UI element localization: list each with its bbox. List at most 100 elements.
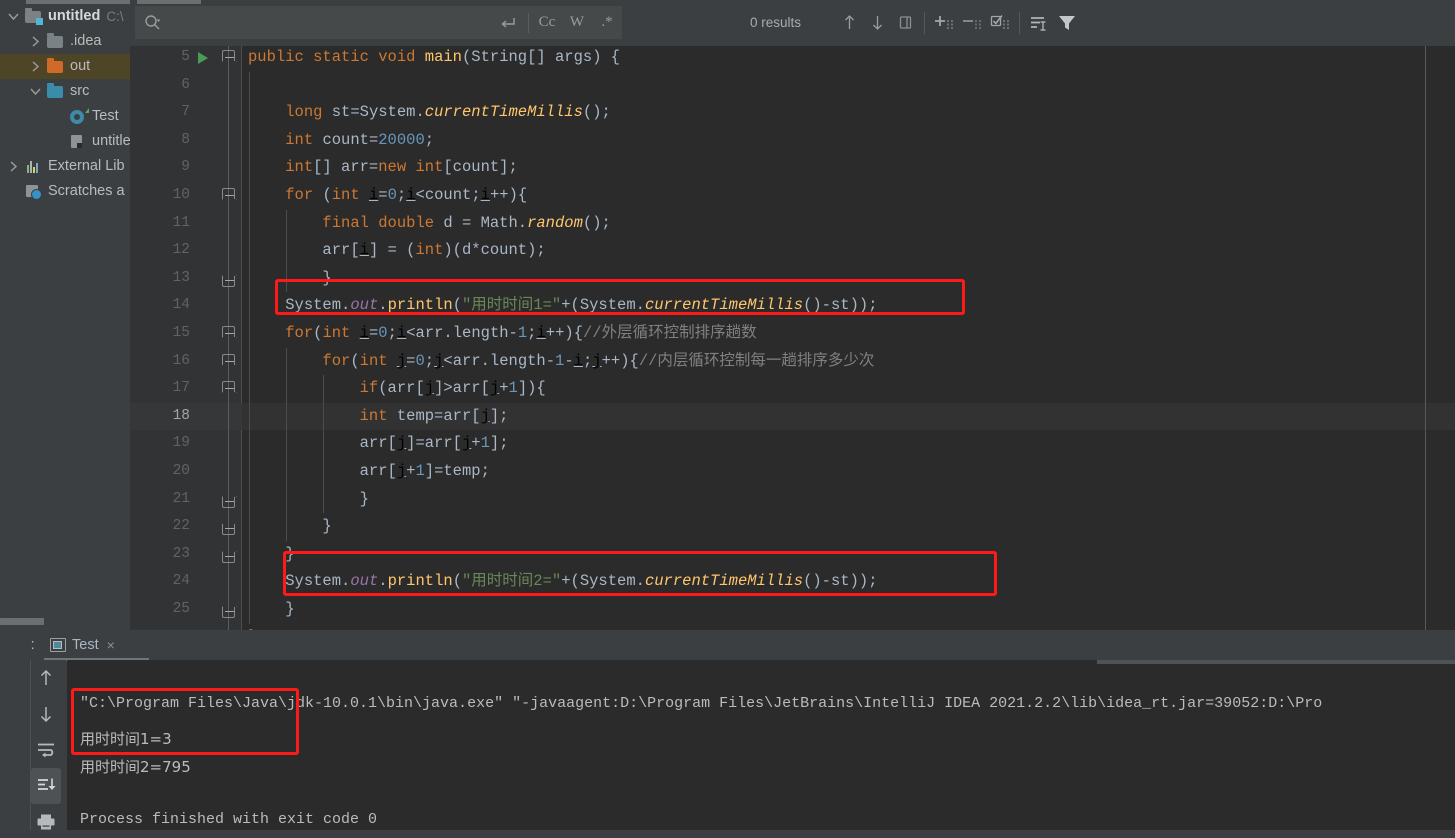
scroll-down-icon[interactable] [31, 696, 61, 732]
code-text[interactable]: arr[j+1]=temp; [248, 458, 490, 486]
select-all-occurrences-icon[interactable] [986, 9, 1014, 37]
code-text[interactable]: } [248, 265, 331, 293]
code-text[interactable]: arr[j]=arr[j+1]; [248, 430, 509, 458]
editor-line-17[interactable]: 17 if(arr[j]>arr[j+1]){ [130, 375, 1455, 403]
fold-collapse-icon[interactable] [222, 381, 235, 393]
editor-line-20[interactable]: 20 arr[j+1]=temp; [130, 458, 1455, 486]
fold-collapse-icon[interactable] [222, 188, 235, 199]
add-occurrence-icon[interactable] [930, 9, 958, 37]
match-case-toggle[interactable]: Cc [532, 6, 562, 39]
code-text[interactable]: final double d = Math.random(); [248, 210, 610, 238]
code-text[interactable]: } [248, 486, 369, 514]
editor-line-8[interactable]: 8 int count=20000; [130, 126, 1455, 155]
filter-icon[interactable] [1053, 9, 1081, 37]
code-text[interactable]: long st=System.currentTimeMillis(); [248, 99, 611, 127]
code-token: ()-st)); [803, 296, 878, 315]
editor-line-21[interactable]: 21 } [130, 485, 1455, 514]
editor-line-14[interactable]: 14 System.out.println("用时时间1="+(System.c… [130, 292, 1455, 320]
code-text[interactable]: int temp=arr[j]; [248, 403, 509, 431]
editor-line-9[interactable]: 9 int[] arr=new int[count]; [130, 154, 1455, 182]
remove-occurrence-icon[interactable] [958, 9, 986, 37]
code-text[interactable]: } [248, 596, 294, 624]
run-gutter-icon[interactable] [198, 52, 208, 64]
previous-occurrence-icon[interactable] [835, 9, 863, 37]
code-text[interactable]: } [248, 541, 294, 569]
fold-collapse-icon[interactable] [222, 524, 235, 536]
find-field-container[interactable]: Cc W .* [135, 6, 622, 39]
code-text[interactable]: for(int i=0;i<arr.length-1;i++){//外层循环控制… [248, 320, 756, 348]
editor-line-11[interactable]: 11 final double d = Math.random(); [130, 209, 1455, 238]
search-input[interactable] [169, 14, 491, 31]
fold-collapse-icon[interactable] [222, 326, 235, 337]
editor-line-18[interactable]: 18 int temp=arr[j]; [130, 402, 1455, 431]
fold-collapse-icon[interactable] [222, 496, 235, 508]
code-text[interactable]: for (int i=0;i<count;i++){ [248, 182, 527, 210]
project-tree[interactable]: untitled C:\ .idea out srcTest untitled. Exter… [0, 4, 130, 204]
editor-scrollbar-top[interactable] [137, 0, 201, 4]
editor-line-16[interactable]: 16 for(int j=0;j<arr.length-1-i;j++){//内… [130, 347, 1455, 376]
line-number: 9 [181, 159, 190, 176]
close-icon[interactable]: × [107, 637, 115, 653]
open-in-find-window-icon[interactable] [891, 9, 919, 37]
editor-line-13[interactable]: 13 } [130, 264, 1455, 293]
console-output[interactable]: "C:\Program Files\Java\jdk-10.0.1\bin\ja… [67, 660, 1455, 838]
fold-collapse-icon[interactable] [222, 607, 235, 618]
fold-collapse-icon[interactable] [222, 50, 235, 61]
code-text[interactable]: if(arr[j]>arr[j+1]){ [248, 375, 546, 403]
editor-line-22[interactable]: 22 } [130, 513, 1455, 541]
fold-collapse-icon[interactable] [222, 275, 235, 287]
code-token: int [285, 158, 314, 177]
code-text[interactable]: int count=20000; [248, 127, 434, 155]
tree-item-idea[interactable]: .idea [0, 29, 130, 54]
filter-settings-icon[interactable] [1025, 9, 1053, 37]
editor-line-7[interactable]: 7 long st=System.currentTimeMillis(); [130, 99, 1455, 127]
search-magnifier-icon[interactable] [135, 6, 169, 39]
words-toggle[interactable]: W [562, 6, 592, 39]
code-text[interactable]: int[] arr=new int[count]; [248, 154, 518, 182]
chevron-right-icon[interactable] [2, 161, 24, 172]
code-text[interactable]: System.out.println("用时时间2="+(System.curr… [248, 568, 877, 596]
code-text[interactable]: arr[i] = (int)(d*count); [248, 237, 545, 265]
tree-item-untitled[interactable]: untitled. [0, 129, 130, 154]
tree-item-untitled[interactable]: untitled C:\ [0, 4, 130, 29]
tree-item-scratches-a[interactable]: Scratches a [0, 179, 130, 204]
tree-item-out[interactable]: out [0, 54, 130, 79]
chevron-down-icon[interactable] [2, 12, 24, 21]
sidebar-horizontal-scrollbar[interactable] [0, 618, 44, 625]
code-text[interactable] [248, 72, 285, 100]
editor-line-12[interactable]: 12 arr[i] = (int)(d*count); [130, 237, 1455, 265]
fold-collapse-icon[interactable] [222, 551, 235, 563]
code-text[interactable]: System.out.println("用时时间1="+(System.curr… [248, 292, 878, 320]
multiline-toggle-icon[interactable] [491, 15, 525, 31]
code-editor[interactable]: 5 public static void main(String[] args) … [130, 46, 1455, 630]
editor-line-25[interactable]: 25 } [130, 596, 1455, 624]
editor-line-15[interactable]: 15 for(int i=0;i<arr.length-1;i++){//外层循… [130, 320, 1455, 348]
editor-line-6[interactable]: 6 [130, 71, 1455, 100]
editor-line-10[interactable]: 10 for (int i=0;i<count;i++){ [130, 182, 1455, 210]
tree-item-external-lib[interactable]: External Lib [0, 154, 130, 179]
editor-line-24[interactable]: 24 System.out.println("用时时间2="+(System.c… [130, 568, 1455, 596]
next-occurrence-icon[interactable] [863, 9, 891, 37]
fold-collapse-icon[interactable] [222, 353, 235, 365]
code-text[interactable]: } [248, 513, 331, 541]
soft-wrap-icon[interactable] [31, 732, 61, 768]
editor-line-19[interactable]: 19 arr[j]=arr[j+1]; [130, 430, 1455, 458]
console-scrollbar[interactable] [1097, 660, 1455, 664]
chevron-right-icon[interactable] [24, 61, 46, 72]
line-number: 10 [172, 187, 190, 203]
line-number: 24 [172, 573, 190, 590]
code-token: int [285, 130, 323, 149]
run-tab-test[interactable]: Test × [44, 630, 121, 660]
code-token: <count; [415, 186, 481, 204]
tree-item-src[interactable]: src [0, 79, 130, 104]
code-text[interactable]: for(int j=0;j<arr.length-1-i;j++){//内层循环… [248, 348, 874, 376]
regex-toggle[interactable]: .* [592, 6, 622, 39]
tree-item-test[interactable]: Test [0, 104, 130, 129]
editor-line-23[interactable]: 23 } [130, 540, 1455, 569]
chevron-right-icon[interactable] [24, 36, 46, 47]
editor-line-5[interactable]: 5 public static void main(String[] args) … [130, 46, 1455, 72]
scroll-to-end-icon[interactable] [31, 768, 61, 804]
code-text[interactable]: public static void main(String[] args) { [248, 46, 620, 72]
scroll-up-icon[interactable] [31, 660, 61, 696]
chevron-down-icon[interactable] [24, 87, 46, 96]
